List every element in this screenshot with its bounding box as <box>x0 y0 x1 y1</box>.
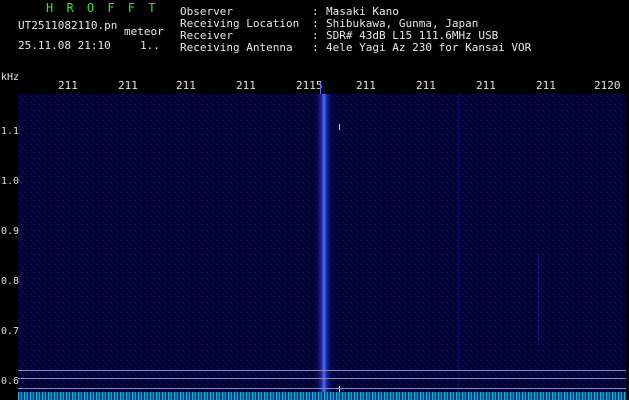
spectrogram-plot <box>18 94 626 400</box>
x-tick-label: 211 <box>356 79 376 92</box>
y-tick-label: 0.7 <box>1 326 20 337</box>
info-label-antenna: Receiving Antenna <box>180 41 293 54</box>
x-tick-label: 211 <box>236 79 256 92</box>
spectrum-noise-bar <box>18 392 626 400</box>
y-tick-label: 0.6 <box>1 376 20 387</box>
y-tick-label: 0.9 <box>1 226 20 237</box>
extra-label: 1.. <box>140 39 160 52</box>
x-tick-label: 211 <box>476 79 496 92</box>
threshold-line <box>18 370 626 371</box>
faint-streak <box>538 254 539 344</box>
y-tick-label: 1.0 <box>1 176 20 187</box>
threshold-line <box>18 378 626 379</box>
mode-label: meteor <box>124 25 164 38</box>
x-tick-label: 211 <box>58 79 78 92</box>
file-name: UT2511082110.pn <box>18 19 118 32</box>
y-tick-label: 0.8 <box>1 276 20 287</box>
x-tick-label: 211 <box>176 79 196 92</box>
meteor-echo <box>339 124 340 130</box>
faint-streak <box>458 94 459 400</box>
y-tick-label: 1.1 <box>1 126 20 137</box>
spectrogram-canvas <box>18 94 626 400</box>
x-tick-label: 211 <box>536 79 556 92</box>
x-tick-label: 211 <box>416 79 436 92</box>
datetime-label: 25.11.08 21:10 <box>18 39 111 52</box>
app-title: H R O F F T <box>46 1 159 15</box>
info-value-antenna: 4ele Yagi Az 230 for Kansai VOR <box>326 41 532 54</box>
info-separator: : <box>312 41 319 54</box>
x-tick-label: 2120 <box>594 79 621 92</box>
x-tick-label: 2115 <box>296 79 323 92</box>
x-tick-label: 211 <box>118 79 138 92</box>
unit-label: kHz <box>1 72 20 83</box>
threshold-line <box>18 388 626 389</box>
carrier-signal-band <box>314 94 334 400</box>
